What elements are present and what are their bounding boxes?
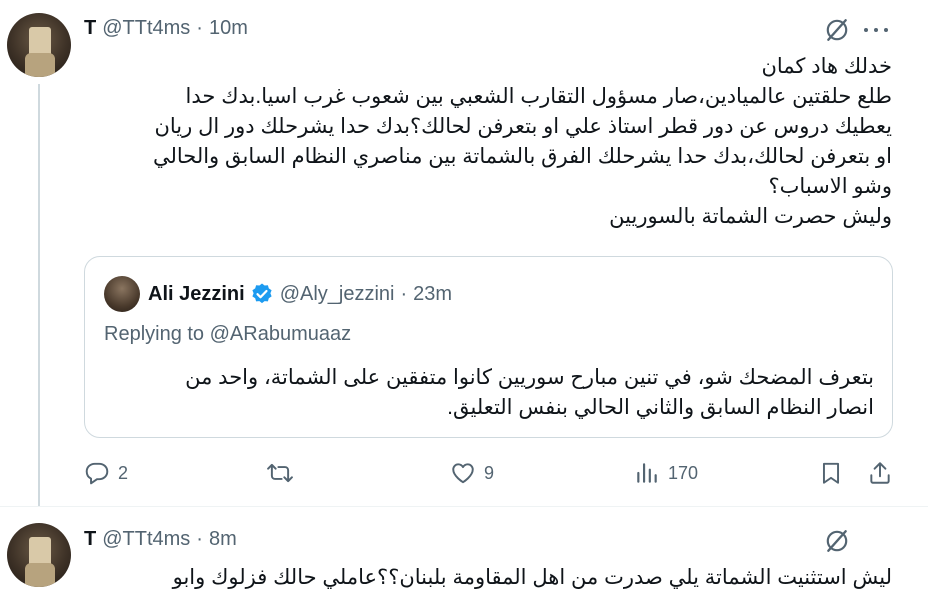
tweet-text: ليش استثنيت الشماتة يلي صدرت من اهل المق… xyxy=(84,563,892,593)
separator-dot: · xyxy=(400,282,408,305)
tweet-text-line: وشو الاسباب؟ xyxy=(768,175,892,198)
heart-icon xyxy=(452,463,474,484)
grok-icon[interactable] xyxy=(824,528,850,554)
quote-author-handle: @Aly_jezzini xyxy=(279,282,395,305)
replying-to: Replying to @ARabumuaaz xyxy=(104,323,351,346)
verified-badge-icon xyxy=(252,283,272,304)
separator-dot: · xyxy=(196,17,203,39)
bookmark-button[interactable] xyxy=(818,458,844,488)
quote-author-name: Ali Jezzini xyxy=(148,282,245,305)
views-button[interactable]: 170 xyxy=(634,458,698,488)
share-button[interactable] xyxy=(867,458,893,488)
retweet-button[interactable] xyxy=(267,458,301,488)
separator-dot: · xyxy=(196,528,203,550)
reply-button[interactable]: 2 xyxy=(84,458,128,488)
quoted-tweet[interactable]: Ali Jezzini @Aly_jezzini · 23m Replying … xyxy=(84,256,893,438)
quote-text-line: انصار النظام السابق والثاني الحالي بنفس … xyxy=(447,396,874,419)
reply-count: 2 xyxy=(118,462,129,483)
tweet-text-line: خدلك هاد كمان xyxy=(761,55,892,78)
timestamp[interactable]: 8m xyxy=(209,528,237,551)
quote-timestamp: 23m xyxy=(413,282,453,305)
more-icon[interactable] xyxy=(864,18,888,42)
share-icon xyxy=(870,462,890,484)
retweet-icon xyxy=(267,463,293,483)
like-button[interactable]: 9 xyxy=(450,458,494,488)
grok-icon[interactable] xyxy=(824,17,850,43)
thread-connector-line xyxy=(38,84,40,506)
tweet[interactable]: T @TTt4ms · 8m ليش استثنيت الشماتة يلي ص… xyxy=(0,506,928,597)
author-handle[interactable]: @TTt4ms xyxy=(102,528,190,551)
action-bar: 2 9 170 xyxy=(84,458,896,488)
tweet-text-line: وليش حصرت الشماتة بالسوريين xyxy=(609,205,892,228)
bookmark-icon xyxy=(822,462,840,484)
quote-text-line: بتعرف المضحك شو، في تنين مبارح سوريين كا… xyxy=(185,366,874,389)
quote-text: بتعرف المضحك شو، في تنين مبارح سوريين كا… xyxy=(104,363,874,423)
tweet-header: T @TTt4ms · 8m xyxy=(84,528,237,551)
quote-header: Ali Jezzini @Aly_jezzini · 23m xyxy=(148,282,452,306)
avatar[interactable] xyxy=(7,13,71,77)
tweet[interactable]: T @TTt4ms · 10m خدلك هاد كمان طلع حلقتين… xyxy=(0,0,928,506)
quote-avatar xyxy=(104,276,140,312)
tweet-text-line: ليش استثنيت الشماتة يلي صدرت من اهل المق… xyxy=(172,566,892,589)
reply-icon xyxy=(85,462,109,485)
author-handle[interactable]: @TTt4ms xyxy=(102,17,190,40)
tweet-header: T @TTt4ms · 10m xyxy=(84,17,248,40)
views-icon xyxy=(637,463,657,483)
tweet-text: خدلك هاد كمان طلع حلقتين عالميادين،صار م… xyxy=(84,52,892,232)
author-name[interactable]: T xyxy=(84,528,96,551)
avatar[interactable] xyxy=(7,523,71,587)
tweet-text-line: يعطيك دروس عن دور قطر استاذ علي او بتعرف… xyxy=(154,115,892,138)
replying-mention[interactable]: @ARabumuaaz xyxy=(210,323,351,345)
replying-prefix: Replying to xyxy=(104,323,205,345)
tweet-text-line: او بتعرفن لحالك،بدك حدا يشرحلك الفرق بال… xyxy=(152,145,892,168)
like-count: 9 xyxy=(484,462,495,483)
timestamp[interactable]: 10m xyxy=(209,17,248,40)
tweet-text-line: طلع حلقتين عالميادين،صار مسؤول التقارب ا… xyxy=(185,85,892,108)
author-name[interactable]: T xyxy=(84,17,96,40)
views-count: 170 xyxy=(668,462,699,483)
